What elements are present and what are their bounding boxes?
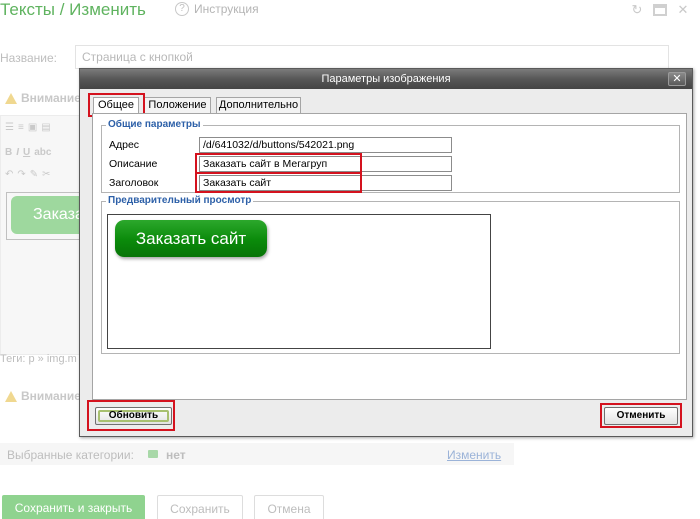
close-icon[interactable]: ✕ (676, 3, 690, 16)
dialog-close-button[interactable]: ✕ (668, 72, 686, 86)
title-field[interactable]: Заказать сайт (199, 175, 452, 191)
strikethrough-icon[interactable]: abc (34, 147, 51, 158)
page-title: Тексты / Изменить (0, 0, 146, 19)
preview-legend: Предварительный просмотр (106, 195, 254, 206)
name-label: Название: (0, 51, 57, 65)
tags-path: Теги: p » img.m (0, 353, 77, 365)
categories-row: Выбранные категории: нет Изменить (0, 443, 514, 465)
preview-box: Заказать сайт (107, 214, 491, 349)
tab-position[interactable]: Положение (144, 97, 211, 113)
title-label: Заголовок (109, 177, 159, 189)
tab-advanced[interactable]: Дополнительно (216, 97, 301, 113)
italic-icon[interactable]: I (16, 147, 19, 158)
name-input[interactable]: Страница с кнопкой (75, 45, 669, 69)
save-button[interactable]: Сохранить (157, 495, 243, 519)
general-legend: Общие параметры (106, 119, 203, 130)
refresh-label: Обновить (108, 410, 159, 421)
numbered-list-icon[interactable]: ≡ (18, 122, 24, 133)
warning-notice: Внимание (5, 91, 81, 105)
image-edit-icon[interactable]: ▤ (41, 122, 50, 133)
brush-icon[interactable]: ✎ (30, 169, 38, 180)
underline-icon[interactable]: U (23, 147, 30, 158)
image-properties-dialog: Параметры изображения ✕ Общее Положение … (79, 68, 693, 437)
dialog-title: Параметры изображения (321, 73, 451, 85)
help-link[interactable]: ? Инструкция (175, 2, 259, 16)
description-field[interactable]: Заказать сайт в Мегагруп (199, 156, 452, 172)
cancel-button[interactable]: Отмена (254, 495, 324, 519)
address-label: Адрес (109, 139, 140, 151)
dialog-cancel-button[interactable]: Отменить (604, 407, 678, 425)
list-icon[interactable]: ☰ (5, 122, 14, 133)
categories-value: нет (166, 448, 186, 462)
warning-label: Внимание (21, 91, 81, 105)
help-label: Инструкция (194, 2, 259, 16)
warning-icon (5, 92, 17, 104)
refresh-icon[interactable]: ↻ (630, 3, 644, 16)
warning-notice: Внимание (5, 389, 81, 403)
categories-edit-link[interactable]: Изменить (447, 448, 501, 462)
cut-icon[interactable]: ✂ (42, 169, 50, 180)
maximize-icon[interactable] (653, 4, 667, 16)
tab-panel: Общие параметры Адрес /d/641032/d/button… (92, 113, 687, 400)
redo-icon[interactable]: ↷ (17, 169, 25, 180)
warning-icon (5, 390, 17, 402)
address-field[interactable]: /d/641032/d/buttons/542021.png (199, 137, 452, 153)
undo-icon[interactable]: ↶ (5, 169, 13, 180)
dialog-titlebar[interactable]: Параметры изображения ✕ (80, 69, 692, 89)
toolbar-row: ↶ ↷ ✎ ✂ (5, 169, 51, 180)
question-icon: ? (175, 2, 189, 16)
toolbar-row: ☰ ≡ ▣ ▤ (5, 122, 51, 133)
folder-icon (148, 450, 158, 458)
refresh-button[interactable]: Обновить (95, 407, 172, 425)
preview-image-button: Заказать сайт (115, 220, 267, 257)
description-label: Описание (109, 158, 158, 170)
editor-image-button[interactable]: Заказать (11, 196, 82, 234)
bold-icon[interactable]: B (5, 147, 12, 158)
preview-fieldset: Предварительный просмотр Заказать сайт (101, 195, 680, 354)
image-insert-icon[interactable]: ▣ (28, 122, 37, 133)
categories-label: Выбранные категории: (7, 448, 134, 462)
warning-label: Внимание (21, 389, 81, 403)
window-controls: ↻ ✕ (630, 3, 690, 16)
toolbar-row: B I U abc (5, 147, 51, 158)
general-fieldset: Общие параметры Адрес /d/641032/d/button… (101, 119, 680, 193)
save-close-button[interactable]: Сохранить и закрыть (2, 495, 145, 519)
